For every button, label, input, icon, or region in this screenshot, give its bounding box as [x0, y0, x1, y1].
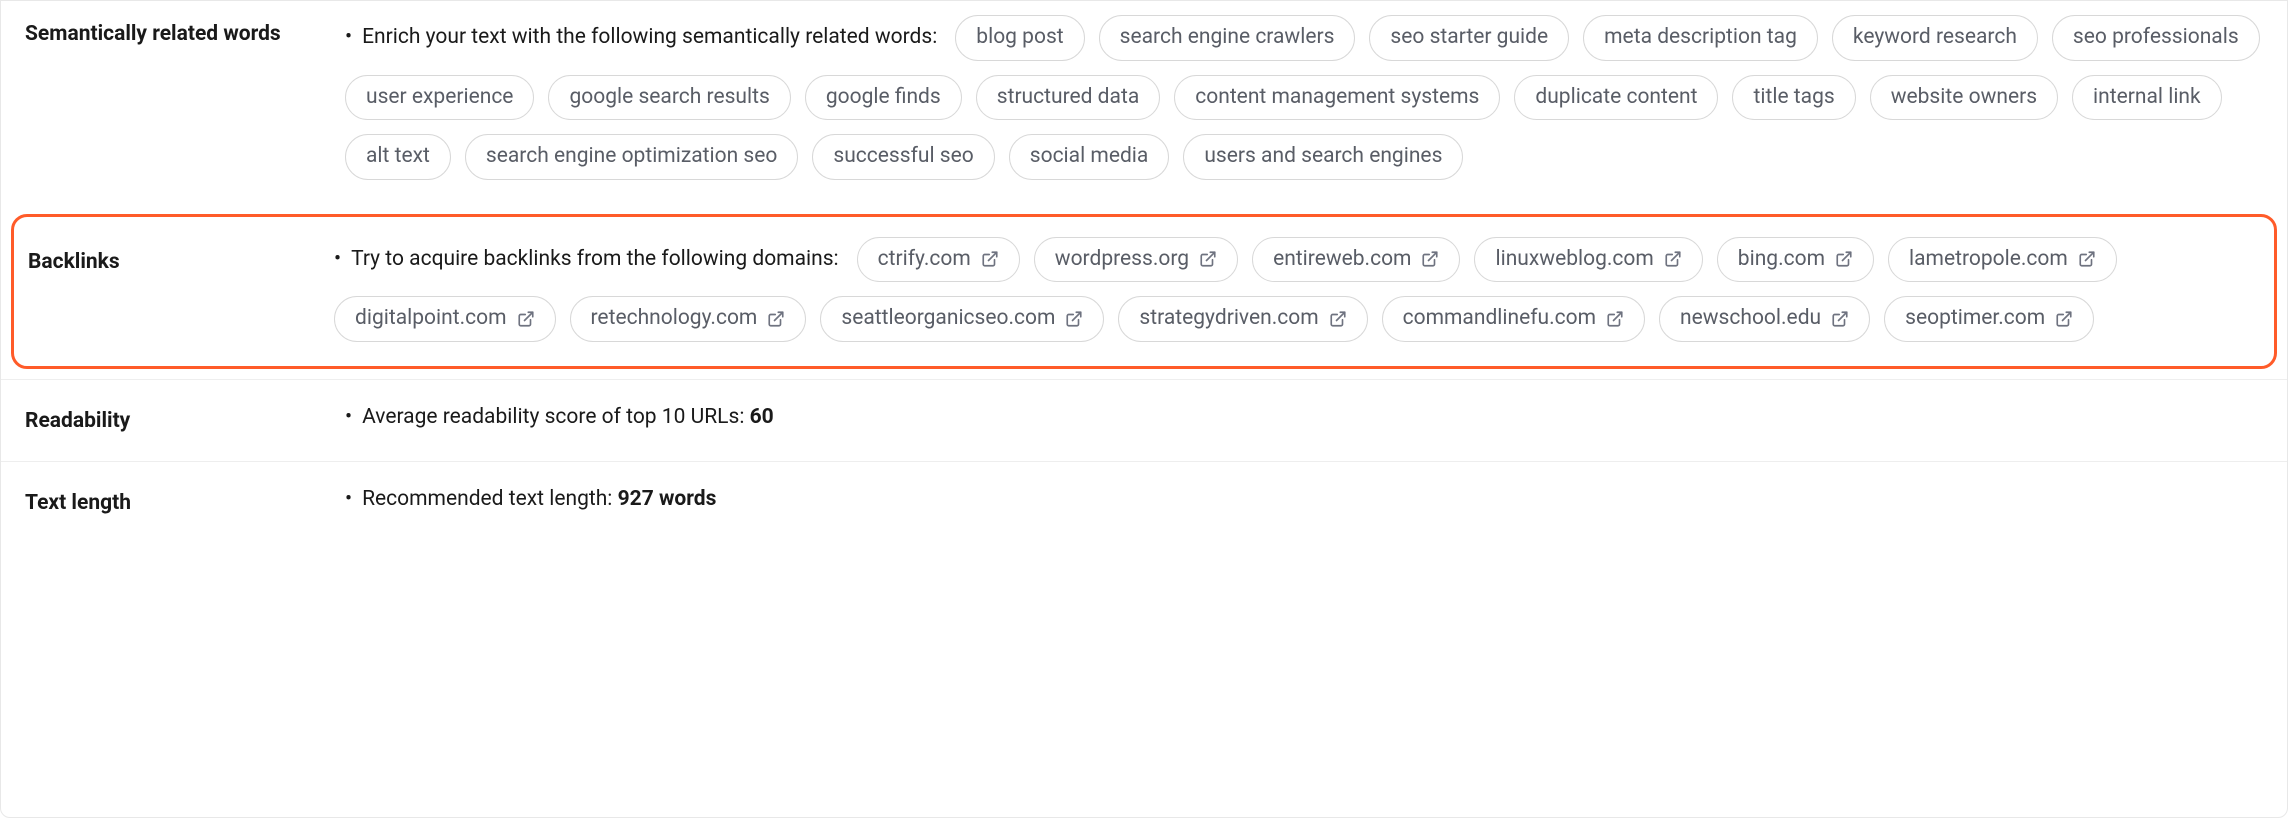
backlinks-label: Backlinks [28, 237, 334, 279]
bullet-icon: • [345, 402, 352, 434]
semantic-word-pill: website owners [1870, 75, 2058, 121]
backlink-domain-text: lametropole.com [1909, 244, 2068, 276]
external-link-icon [517, 310, 535, 328]
backlink-domain-text: commandlinefu.com [1403, 303, 1596, 335]
semantic-label: Semantically related words [25, 15, 345, 51]
readability-intro-text: Average readability score of top 10 URLs… [362, 402, 744, 434]
semantic-word-pill: google finds [805, 75, 962, 121]
semantic-word-pill: keyword research [1832, 15, 2038, 61]
backlink-domain-text: seoptimer.com [1905, 303, 2045, 335]
textlength-label: Text length [25, 484, 345, 520]
external-link-icon [1606, 310, 1624, 328]
semantic-word-pill: user experience [345, 75, 534, 121]
backlink-domain-text: bing.com [1738, 244, 1825, 276]
semantic-word-pill: meta description tag [1583, 15, 1818, 61]
textlength-intro-text: Recommended text length: [362, 484, 612, 516]
backlink-domain-text: ctrify.com [878, 244, 971, 276]
section-readability: Readability • Average readability score … [1, 379, 2287, 462]
external-link-icon [2055, 310, 2073, 328]
external-link-icon [1835, 250, 1853, 268]
semantic-word-pill: content management systems [1174, 75, 1500, 121]
backlink-domain-text: strategydriven.com [1139, 303, 1318, 335]
semantic-word-pill: title tags [1732, 75, 1855, 121]
section-semantic-words: Semantically related words • Enrich your… [1, 1, 2287, 204]
backlinks-intro-text: Try to acquire backlinks from the follow… [351, 244, 839, 276]
semantic-intro: • Enrich your text with the following se… [345, 22, 937, 54]
backlink-domain-pill[interactable]: newschool.edu [1659, 296, 1870, 342]
external-link-icon [2078, 250, 2096, 268]
semantic-word-pill: google search results [548, 75, 790, 121]
backlinks-body: • Try to acquire backlinks from the foll… [334, 237, 2260, 342]
backlink-domain-text: entireweb.com [1273, 244, 1411, 276]
semantic-word-pill: seo professionals [2052, 15, 2260, 61]
external-link-icon [1664, 250, 1682, 268]
readability-intro: • Average readability score of top 10 UR… [345, 402, 774, 434]
semantic-word-pill: structured data [976, 75, 1161, 121]
backlink-domain-text: linuxweblog.com [1495, 244, 1653, 276]
backlink-domain-pill[interactable]: wordpress.org [1034, 237, 1238, 283]
external-link-icon [1329, 310, 1347, 328]
external-link-icon [981, 250, 999, 268]
backlink-domain-pill[interactable]: commandlinefu.com [1382, 296, 1645, 342]
external-link-icon [767, 310, 785, 328]
bullet-icon: • [334, 244, 341, 276]
textlength-value: 927 words [618, 484, 717, 516]
backlink-domain-text: newschool.edu [1680, 303, 1821, 335]
section-backlinks-highlight: Backlinks • Try to acquire backlinks fro… [11, 214, 2277, 369]
backlink-domain-pill[interactable]: bing.com [1717, 237, 1874, 283]
external-link-icon [1831, 310, 1849, 328]
external-link-icon [1065, 310, 1083, 328]
textlength-body: • Recommended text length: 927 words [345, 484, 2263, 516]
backlinks-intro: • Try to acquire backlinks from the foll… [334, 244, 839, 276]
backlink-domain-text: digitalpoint.com [355, 303, 507, 335]
backlink-domain-text: retechnology.com [591, 303, 758, 335]
readability-label: Readability [25, 402, 345, 438]
semantic-word-pill: successful seo [812, 134, 994, 180]
bullet-icon: • [345, 484, 352, 516]
semantic-intro-text: Enrich your text with the following sema… [362, 22, 937, 54]
backlink-domain-text: wordpress.org [1055, 244, 1189, 276]
backlink-domain-pill[interactable]: seoptimer.com [1884, 296, 2094, 342]
semantic-word-pill: search engine optimization seo [465, 134, 798, 180]
external-link-icon [1421, 250, 1439, 268]
readability-value: 60 [750, 402, 774, 434]
semantic-word-pill: users and search engines [1183, 134, 1463, 180]
semantic-word-pill: search engine crawlers [1099, 15, 1356, 61]
readability-body: • Average readability score of top 10 UR… [345, 402, 2263, 434]
backlink-domain-pill[interactable]: ctrify.com [857, 237, 1020, 283]
analysis-panel: Semantically related words • Enrich your… [0, 0, 2288, 818]
backlink-domain-pill[interactable]: strategydriven.com [1118, 296, 1367, 342]
semantic-word-pill: seo starter guide [1369, 15, 1569, 61]
semantic-word-pill: duplicate content [1514, 75, 1718, 121]
bullet-icon: • [345, 22, 352, 54]
textlength-intro: • Recommended text length: 927 words [345, 484, 716, 516]
backlink-domain-pill[interactable]: digitalpoint.com [334, 296, 556, 342]
backlink-domain-pill[interactable]: lametropole.com [1888, 237, 2117, 283]
backlink-domain-pill[interactable]: seattleorganicseo.com [820, 296, 1104, 342]
semantic-word-pill: alt text [345, 134, 451, 180]
backlink-domain-pill[interactable]: entireweb.com [1252, 237, 1460, 283]
semantic-body: • Enrich your text with the following se… [345, 15, 2263, 180]
semantic-word-pill: blog post [955, 15, 1084, 61]
external-link-icon [1199, 250, 1217, 268]
backlink-domain-text: seattleorganicseo.com [841, 303, 1055, 335]
semantic-word-pill: internal link [2072, 75, 2222, 121]
backlink-domain-pill[interactable]: linuxweblog.com [1474, 237, 1702, 283]
backlink-domain-pill[interactable]: retechnology.com [570, 296, 807, 342]
semantic-word-pill: social media [1009, 134, 1170, 180]
section-text-length: Text length • Recommended text length: 9… [1, 461, 2287, 544]
